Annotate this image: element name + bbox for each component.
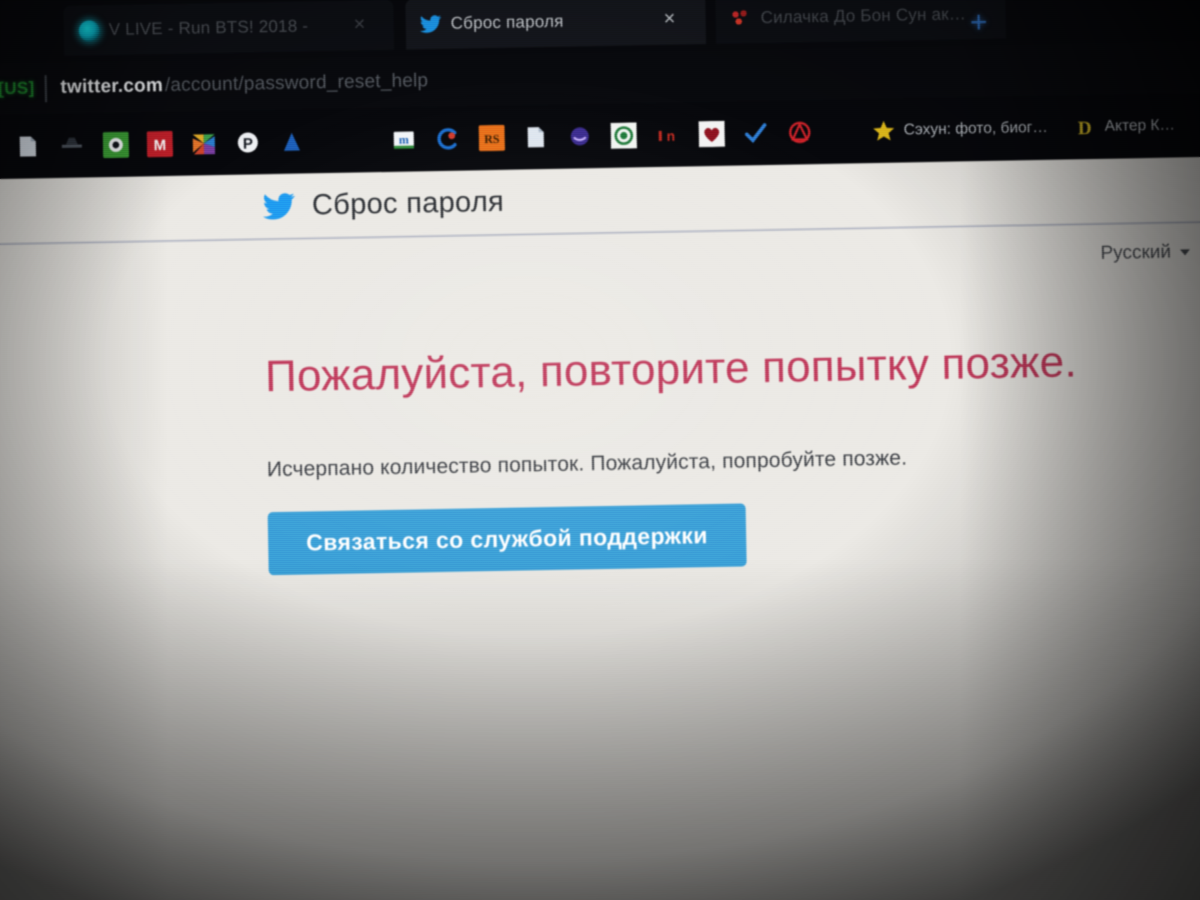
new-tab-button[interactable]: + [964, 6, 995, 40]
red-dots-icon [729, 7, 751, 29]
bookmark-item[interactable] [269, 119, 314, 164]
twitter-bird-icon [420, 13, 442, 35]
tab-title: Силачка До Бон Сун ак… [760, 4, 967, 28]
color-pinwheel-icon [192, 134, 216, 155]
browser-tab-vlive[interactable]: V LIVE - Run BTS! 2018 - [63, 0, 395, 56]
bookmark-item[interactable]: n [645, 112, 690, 157]
url-host: twitter.com [60, 75, 164, 98]
bookmarks-gap [822, 131, 862, 132]
tab-close-icon[interactable]: × [353, 13, 365, 35]
tab-title: V LIVE - Run BTS! 2018 - [108, 16, 309, 40]
dark-hat-icon [61, 137, 82, 148]
bookmark-item[interactable]: M [137, 122, 182, 167]
bookmark-item[interactable] [181, 121, 226, 166]
svg-text:D: D [1078, 118, 1092, 139]
blue-check-icon [744, 123, 767, 143]
svg-text:P: P [243, 135, 253, 152]
error-headline: Пожалуйста, повторите попытку позже. [264, 337, 1078, 402]
bookmark-item-sehun[interactable]: Сэхун: фото, биогр… [861, 106, 1063, 154]
vlive-circle-icon [78, 19, 100, 42]
bookmark-item[interactable] [49, 123, 94, 168]
bookmark-item[interactable] [689, 112, 734, 157]
bookmark-item[interactable]: RS [469, 116, 514, 161]
bookmark-item[interactable] [425, 116, 470, 161]
yellow-star-icon [873, 120, 895, 141]
error-body-text: Исчерпано количество попыток. Пожалуйста… [266, 446, 908, 482]
bookmark-item[interactable] [733, 111, 778, 156]
svg-text:RS: RS [484, 132, 500, 146]
bookmark-label: Актер К… [1104, 116, 1176, 135]
svg-text:n: n [666, 128, 675, 144]
browser-tab-silachka[interactable]: Силачка До Бон Сун ак… [715, 0, 1007, 44]
purple-badge-icon [570, 127, 589, 146]
security-ev-badge: Inc. [US] [0, 78, 35, 99]
omnibox-divider [44, 74, 47, 102]
document-icon [19, 136, 37, 157]
bookmark-item[interactable] [601, 113, 646, 158]
contact-support-button[interactable]: Связаться со службой поддержки [267, 503, 747, 576]
page-content: Пожалуйста, повторите попытку позже. Исч… [0, 222, 1200, 581]
bookmark-item[interactable]: P [225, 120, 270, 165]
document-icon [527, 127, 544, 148]
bookmark-item[interactable] [777, 110, 822, 155]
green-eye-icon [102, 131, 130, 159]
p-circle-icon: P [237, 132, 258, 153]
blue-c-icon [437, 128, 457, 150]
tab-title: Сброс пароля [450, 11, 564, 33]
twitter-password-reset-page: Сброс пароля Русский Пожалуйста, повтори… [0, 156, 1200, 900]
blue-triangle-icon [284, 132, 301, 151]
url-path: /account/password_reset_help [164, 70, 429, 97]
svg-text:M: M [153, 137, 166, 154]
yellow-d-icon: D [1078, 118, 1092, 139]
tab-close-icon[interactable]: × [663, 8, 675, 30]
chevron-down-icon [1179, 249, 1191, 256]
page-title: Сброс пароля [311, 185, 505, 221]
bookmark-item[interactable] [557, 114, 602, 159]
bookmark-item-actor[interactable]: D Актер К… [1062, 103, 1184, 149]
bookmark-item[interactable] [5, 124, 50, 169]
language-selector[interactable]: Русский [1100, 241, 1191, 265]
screen-photo: V LIVE - Run BTS! 2018 - × Сброс пароля … [0, 0, 1200, 900]
twitter-bird-icon[interactable] [262, 192, 296, 220]
heart-icon [698, 120, 726, 148]
language-value: Русский [1100, 241, 1172, 264]
green-swirl-icon [610, 122, 638, 149]
monitor-screen: V LIVE - Run BTS! 2018 - × Сброс пароля … [0, 0, 1200, 900]
red-circle-a-icon [789, 121, 811, 144]
orange-rs-icon: RS [478, 124, 506, 152]
blue-m-book-icon: m [393, 131, 414, 149]
bookmark-item[interactable]: m [381, 117, 426, 162]
bookmark-label: Сэхун: фото, биогр… [903, 118, 1054, 139]
bookmarks-gap [314, 140, 382, 141]
bookmark-item[interactable] [513, 115, 558, 160]
browser-chrome: V LIVE - Run BTS! 2018 - × Сброс пароля … [0, 0, 1200, 180]
red-m-icon: M [146, 130, 174, 158]
bookmark-item[interactable] [93, 123, 138, 168]
red-n-icon: n [658, 128, 675, 144]
svg-text:m: m [399, 133, 409, 147]
browser-tab-password-reset[interactable]: Сброс пароля [405, 0, 707, 50]
